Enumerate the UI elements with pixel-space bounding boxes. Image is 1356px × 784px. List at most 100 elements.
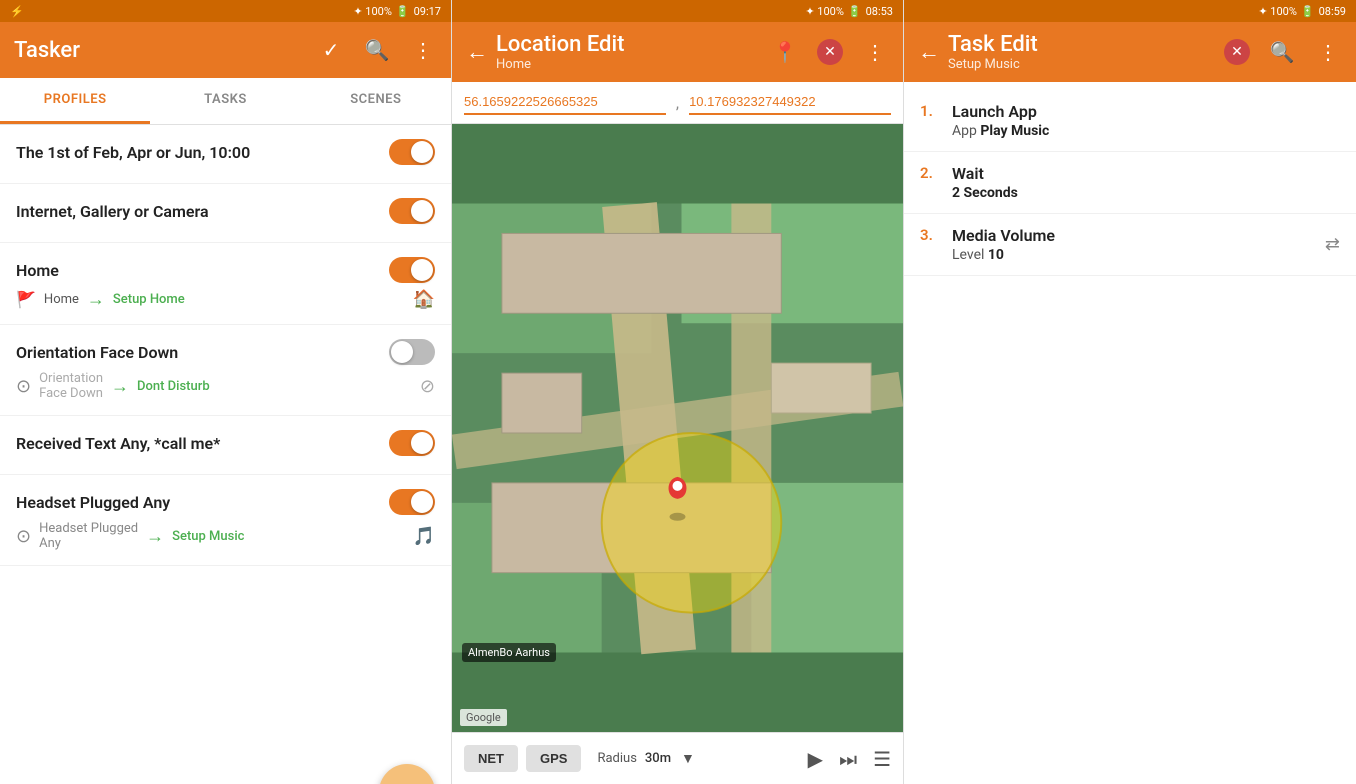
skip-icon[interactable]: ⏭ — [839, 747, 857, 771]
task-detail-1: App Play Music — [952, 123, 1340, 139]
flash-icon: ⚡ — [10, 5, 24, 18]
battery-icon-2: 🔋 — [848, 5, 862, 18]
task-edit-subtitle: Setup Music — [948, 57, 1224, 72]
gps-button[interactable]: GPS — [526, 745, 581, 772]
profile-condition: Home — [44, 292, 79, 307]
list-item[interactable]: Internet, Gallery or Camera — [0, 184, 451, 243]
profile-list: The 1st of Feb, Apr or Jun, 10:00 Intern… — [0, 125, 451, 728]
arrow-icon: → — [87, 289, 105, 310]
flag-icon: 🚩 — [16, 290, 36, 309]
list-item[interactable]: Orientation Face Down ⊙ OrientationFace … — [0, 325, 451, 416]
list-item[interactable]: Home 🚩 Home → Setup Home 🏠 — [0, 243, 451, 325]
toggle-1[interactable] — [389, 139, 435, 165]
task-number-1: 1. — [920, 102, 940, 120]
tasker-panel: ⚡ ✦ 100% 🔋 09:17 Tasker ✓ 🔍 ⋮ PROFILES T… — [0, 0, 452, 784]
list-item[interactable]: The 1st of Feb, Apr or Jun, 10:00 — [0, 125, 451, 184]
orientation-icon: ⊙ — [16, 376, 31, 397]
map-view[interactable]: AlmenBo Aarhus Google — [452, 124, 903, 732]
task-swap-icon: ⇄ — [1325, 234, 1340, 255]
task-detail-3: Level 10 — [952, 247, 1313, 263]
list-item[interactable]: Headset Plugged Any ⊙ Headset PluggedAny… — [0, 475, 451, 566]
status-bar-2: ✦ 100% 🔋 08:53 — [452, 0, 903, 22]
close-icon-2[interactable]: ✕ — [817, 39, 843, 65]
list-item[interactable]: Received Text Any, *call me* — [0, 416, 451, 475]
signal-text-3: ✦ 100% — [1258, 5, 1297, 18]
toggle-6[interactable] — [389, 489, 435, 515]
check-icon[interactable]: ✓ — [317, 36, 345, 64]
profile-condition: OrientationFace Down — [39, 371, 103, 401]
toggle-5[interactable] — [389, 430, 435, 456]
profile-name: The 1st of Feb, Apr or Jun, 10:00 — [16, 143, 389, 162]
toggle-2[interactable] — [389, 198, 435, 224]
task-number-3: 3. — [920, 226, 940, 244]
tasker-title: Tasker — [14, 38, 80, 63]
task-title-1: Launch App — [952, 102, 1340, 121]
arrow-icon: → — [146, 526, 164, 547]
music-icon: 🎵 — [413, 526, 435, 547]
pin-icon[interactable]: 📍 — [771, 38, 799, 66]
profile-name: Headset Plugged Any — [16, 493, 389, 512]
back-button-3[interactable]: ← — [918, 39, 940, 65]
signal-text-1: ✦ 100% — [353, 5, 392, 18]
battery-icon-3: 🔋 — [1301, 5, 1315, 18]
close-icon-3[interactable]: ✕ — [1224, 39, 1250, 65]
status-bar-3: ✦ 100% 🔋 08:59 — [904, 0, 1356, 22]
location-app-bar: ← Location Edit Home 📍 ✕ ⋮ — [452, 22, 903, 82]
lat-input[interactable] — [464, 90, 666, 115]
profile-name: Orientation Face Down — [16, 343, 389, 362]
more-icon-1[interactable]: ⋮ — [409, 36, 437, 64]
home-icon: 🏠 — [413, 289, 435, 310]
location-title: Location Edit — [496, 32, 771, 57]
location-edit-panel: ✦ 100% 🔋 08:53 ← Location Edit Home 📍 ✕ … — [452, 0, 904, 784]
task-edit-panel: ✦ 100% 🔋 08:59 ← Task Edit Setup Music ✕… — [904, 0, 1356, 784]
task-list: 1. Launch App App Play Music 2. Wait 2 S… — [904, 82, 1356, 784]
toggle-4[interactable] — [389, 339, 435, 365]
net-button[interactable]: NET — [464, 745, 518, 772]
headset-icon: ⊙ — [16, 526, 31, 547]
back-button-2[interactable]: ← — [466, 39, 488, 65]
task-app-bar: ← Task Edit Setup Music ✕ 🔍 ⋮ — [904, 22, 1356, 82]
toggle-3[interactable] — [389, 257, 435, 283]
task-edit-title: Task Edit — [948, 32, 1224, 57]
location-subtitle: Home — [496, 57, 771, 72]
radius-label: Radius — [597, 751, 636, 766]
task-title-3: Media Volume — [952, 226, 1313, 245]
fab-area: + — [0, 728, 451, 784]
coord-separator: , — [674, 90, 681, 115]
google-label: Google — [460, 709, 507, 726]
profile-name: Home — [16, 261, 389, 280]
profile-condition: Headset PluggedAny — [39, 521, 138, 551]
profile-task: Setup Home — [113, 292, 185, 307]
more-icon-2[interactable]: ⋮ — [861, 38, 889, 66]
tasker-app-bar: Tasker ✓ 🔍 ⋮ — [0, 22, 451, 78]
profile-name: Internet, Gallery or Camera — [16, 202, 389, 221]
list-item[interactable]: 1. Launch App App Play Music — [904, 90, 1356, 152]
tab-tasks[interactable]: TASKS — [150, 78, 300, 124]
arrow-icon: → — [111, 376, 129, 397]
lng-input[interactable] — [689, 90, 891, 115]
time-2: 08:53 — [866, 5, 893, 18]
coords-bar: , — [452, 82, 903, 124]
search-icon-3[interactable]: 🔍 — [1268, 38, 1296, 66]
task-number-2: 2. — [920, 164, 940, 182]
time-3: 08:59 — [1319, 5, 1346, 18]
map-location-label: AlmenBo Aarhus — [462, 643, 556, 662]
signal-text-2: ✦ 100% — [805, 5, 844, 18]
menu-task-icon[interactable]: ☰ — [873, 747, 891, 771]
profile-task: Dont Disturb — [137, 379, 210, 394]
list-item[interactable]: 2. Wait 2 Seconds — [904, 152, 1356, 214]
battery-icon-1: 🔋 — [396, 5, 410, 18]
play-icon[interactable]: ▶ — [808, 747, 823, 771]
profile-task: Setup Music — [172, 529, 244, 544]
radius-dropdown-icon[interactable]: ▼ — [681, 750, 695, 767]
search-icon-1[interactable]: 🔍 — [363, 36, 391, 64]
list-item[interactable]: 3. Media Volume Level 10 ⇄ — [904, 214, 1356, 276]
tab-profiles[interactable]: PROFILES — [0, 78, 150, 124]
time-1: 09:17 — [414, 5, 441, 18]
tab-scenes[interactable]: SCENES — [301, 78, 451, 124]
more-icon-3[interactable]: ⋮ — [1314, 38, 1342, 66]
task-title-2: Wait — [952, 164, 1340, 183]
status-bar-1: ⚡ ✦ 100% 🔋 09:17 — [0, 0, 451, 22]
tab-bar: PROFILES TASKS SCENES — [0, 78, 451, 125]
fab-button[interactable]: + — [379, 764, 435, 784]
